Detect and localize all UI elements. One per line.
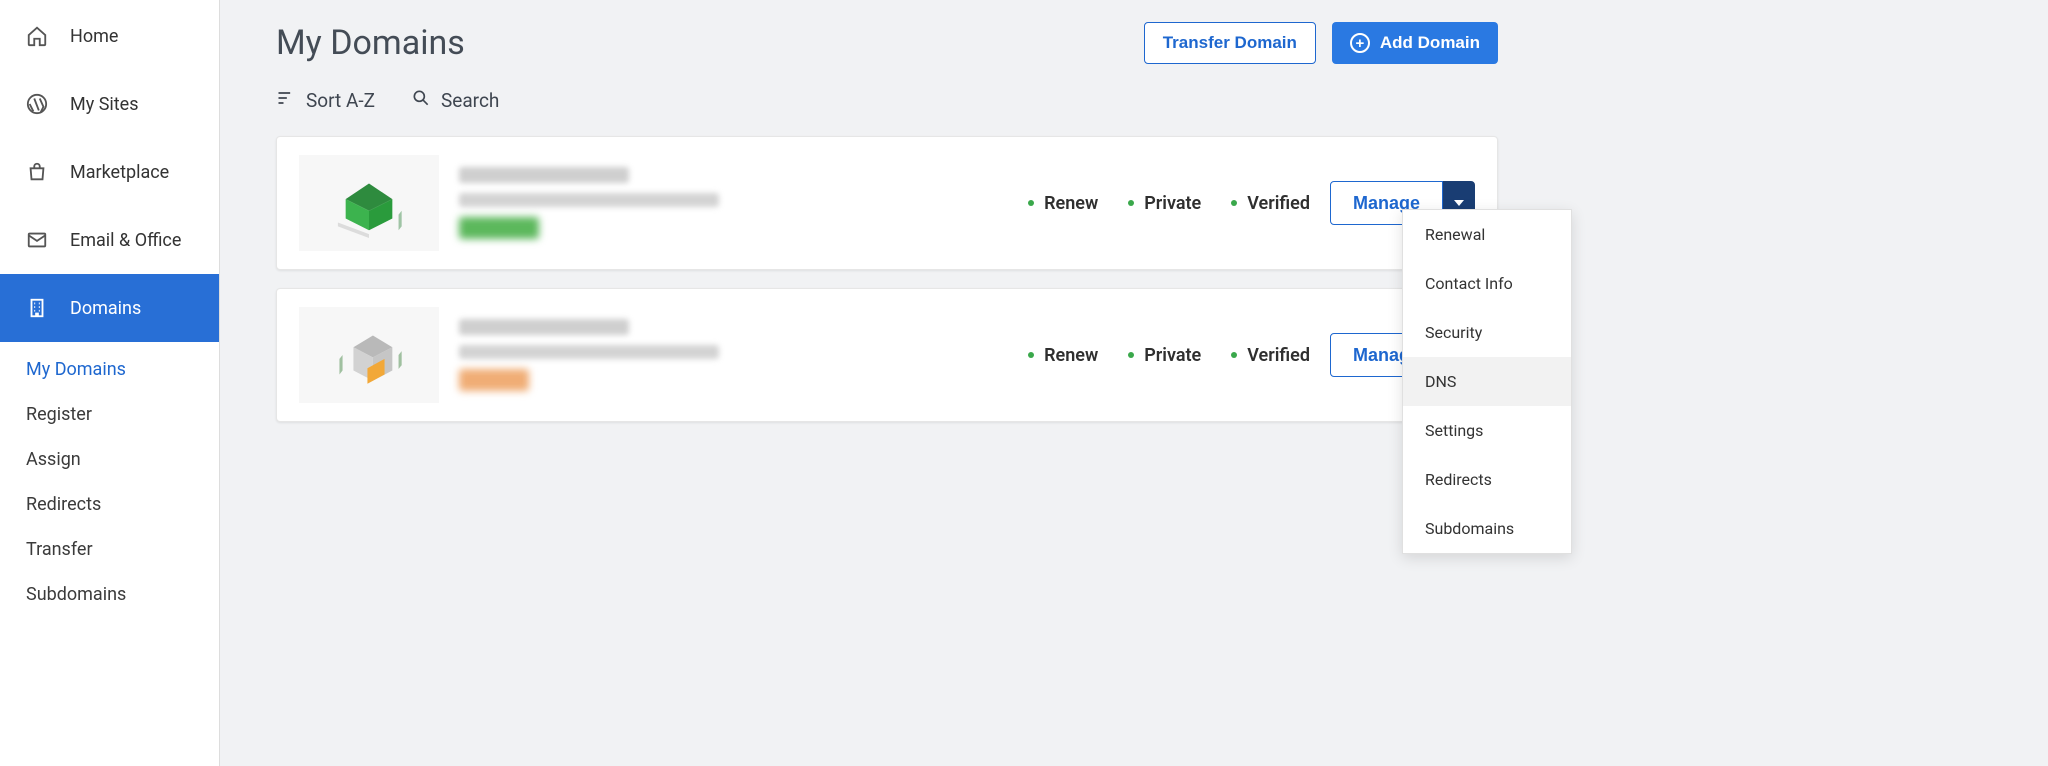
- dropdown-dns[interactable]: DNS: [1403, 357, 1571, 406]
- header-actions: Transfer Domain + Add Domain: [1144, 22, 1498, 64]
- sort-icon: [276, 88, 296, 113]
- plus-icon: +: [1350, 33, 1370, 53]
- wordpress-icon: [26, 93, 48, 115]
- domain-statuses: Renew Private Verified: [1028, 193, 1310, 214]
- search-icon: [411, 88, 431, 113]
- sidebar: Home My Sites Marketplace Email & Office…: [0, 0, 220, 766]
- domain-badge-redacted: [459, 369, 529, 391]
- cards: Renew Private Verified Manage: [276, 136, 1498, 422]
- domain-thumbnail: [299, 155, 439, 251]
- status-private: Private: [1128, 193, 1201, 214]
- sidebar-item-marketplace[interactable]: Marketplace: [0, 138, 219, 206]
- status-dot-icon: [1028, 352, 1034, 358]
- status-dot-icon: [1028, 200, 1034, 206]
- status-dot-icon: [1128, 352, 1134, 358]
- status-renew: Renew: [1028, 193, 1098, 214]
- sidebar-subnav: My Domains Register Assign Redirects Tra…: [0, 348, 219, 616]
- dropdown-contact[interactable]: Contact Info: [1403, 259, 1571, 308]
- subnav-subdomains[interactable]: Subdomains: [26, 573, 219, 616]
- dropdown-redirects[interactable]: Redirects: [1403, 455, 1571, 504]
- sidebar-item-label: Marketplace: [70, 162, 169, 183]
- building-icon: [26, 297, 48, 319]
- status-dot-icon: [1128, 200, 1134, 206]
- button-label: Add Domain: [1380, 33, 1480, 53]
- status-verified: Verified: [1231, 345, 1310, 366]
- toolbar: Sort A-Z Search: [276, 80, 1498, 120]
- sidebar-item-home[interactable]: Home: [0, 2, 219, 70]
- sidebar-item-mysites[interactable]: My Sites: [0, 70, 219, 138]
- dropdown-security[interactable]: Security: [1403, 308, 1571, 357]
- domain-thumbnail: [299, 307, 439, 403]
- home-icon: [26, 25, 48, 47]
- domain-badge-redacted: [459, 217, 539, 239]
- status-verified: Verified: [1231, 193, 1310, 214]
- transfer-domain-button[interactable]: Transfer Domain: [1144, 22, 1316, 64]
- domain-name-redacted: [459, 167, 629, 183]
- status-private: Private: [1128, 345, 1201, 366]
- domain-info: [459, 319, 1008, 391]
- domain-card: Renew Private Verified Manage: [276, 288, 1498, 422]
- dropdown-subdomains[interactable]: Subdomains: [1403, 504, 1571, 553]
- domain-meta-redacted: [459, 193, 719, 207]
- main: My Domains Transfer Domain + Add Domain …: [220, 0, 1554, 766]
- search-control[interactable]: Search: [411, 88, 499, 113]
- sidebar-item-label: Home: [70, 26, 118, 47]
- button-label: Transfer Domain: [1163, 33, 1297, 53]
- page-header: My Domains Transfer Domain + Add Domain: [276, 0, 1498, 86]
- domain-info: [459, 167, 1008, 239]
- status-dot-icon: [1231, 200, 1237, 206]
- add-domain-button[interactable]: + Add Domain: [1332, 22, 1498, 64]
- dropdown-settings[interactable]: Settings: [1403, 406, 1571, 455]
- domain-statuses: Renew Private Verified: [1028, 345, 1310, 366]
- search-label: Search: [441, 89, 499, 112]
- subnav-my-domains[interactable]: My Domains: [26, 348, 219, 391]
- chevron-down-icon: [1454, 200, 1464, 206]
- subnav-redirects[interactable]: Redirects: [26, 483, 219, 526]
- sort-control[interactable]: Sort A-Z: [276, 88, 375, 113]
- subnav-register[interactable]: Register: [26, 393, 219, 436]
- sidebar-item-label: Email & Office: [70, 230, 181, 251]
- sort-label: Sort A-Z: [306, 89, 375, 112]
- sidebar-item-label: Domains: [70, 298, 141, 319]
- sidebar-item-email[interactable]: Email & Office: [0, 206, 219, 274]
- sidebar-item-label: My Sites: [70, 94, 138, 115]
- domain-name-redacted: [459, 319, 629, 335]
- sidebar-item-domains[interactable]: Domains: [0, 274, 219, 342]
- bag-icon: [26, 161, 48, 183]
- domain-card: Renew Private Verified Manage: [276, 136, 1498, 270]
- subnav-assign[interactable]: Assign: [26, 438, 219, 481]
- manage-dropdown: Renewal Contact Info Security DNS Settin…: [1402, 209, 1572, 554]
- domain-meta-redacted: [459, 345, 719, 359]
- status-dot-icon: [1231, 352, 1237, 358]
- dropdown-renewal[interactable]: Renewal: [1403, 210, 1571, 259]
- page-title: My Domains: [276, 23, 465, 63]
- mail-icon: [26, 229, 48, 251]
- subnav-transfer[interactable]: Transfer: [26, 528, 219, 571]
- status-renew: Renew: [1028, 345, 1098, 366]
